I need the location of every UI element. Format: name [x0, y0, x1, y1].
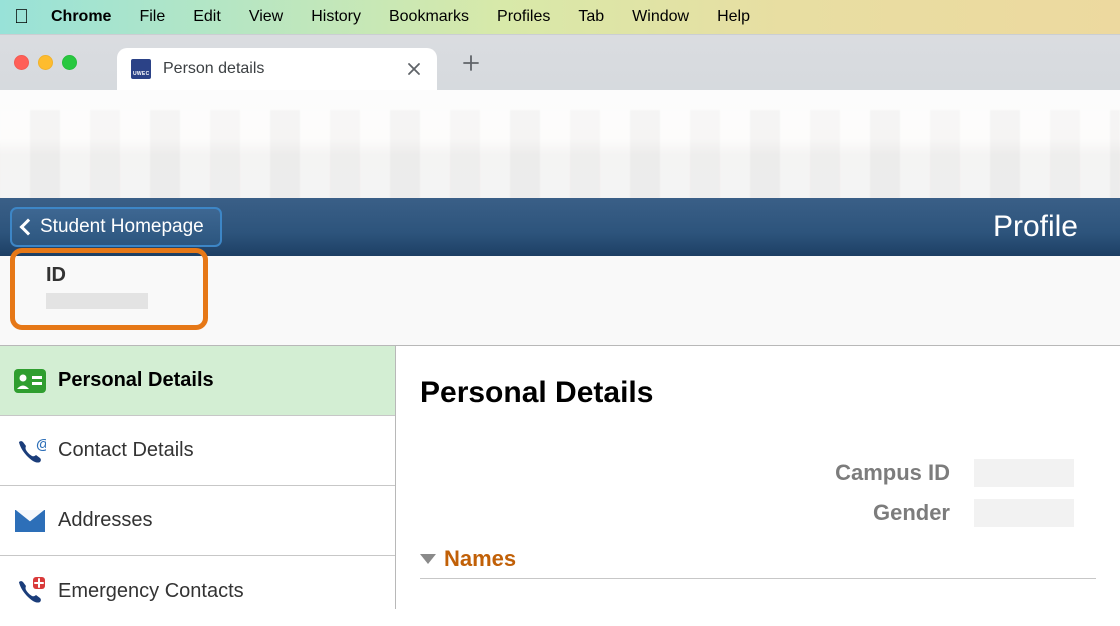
- tab-close-button[interactable]: [405, 60, 423, 78]
- section-divider: [420, 578, 1096, 579]
- field-label-campus-id: Campus ID: [835, 460, 950, 486]
- window-close-button[interactable]: [14, 55, 29, 70]
- window-controls: [14, 55, 77, 70]
- new-tab-button[interactable]: [453, 45, 489, 81]
- sidebar-item-label: Contact Details: [58, 439, 194, 462]
- content-heading: Personal Details: [396, 376, 1120, 410]
- tab-favicon-icon: UWEC: [131, 59, 151, 79]
- section-title: Names: [444, 546, 516, 572]
- field-row-gender: Gender: [396, 500, 1120, 526]
- caret-down-icon: [420, 554, 436, 564]
- close-icon: [407, 62, 421, 76]
- menu-bookmarks[interactable]: Bookmarks: [375, 8, 483, 26]
- page-title: Profile: [993, 210, 1078, 244]
- menu-edit[interactable]: Edit: [179, 8, 235, 26]
- favicon-text: UWEC: [133, 71, 149, 77]
- sidebar: Personal Details @ Contact Details Addre…: [0, 346, 396, 609]
- id-card-icon: [14, 368, 46, 394]
- plus-icon: [462, 54, 480, 72]
- window-minimize-button[interactable]: [38, 55, 53, 70]
- envelope-icon: [14, 508, 46, 534]
- menu-tab[interactable]: Tab: [564, 8, 618, 26]
- menu-profiles[interactable]: Profiles: [483, 8, 564, 26]
- window-zoom-button[interactable]: [62, 55, 77, 70]
- browser-tab[interactable]: UWEC Person details: [117, 48, 437, 90]
- menu-view[interactable]: View: [235, 8, 297, 26]
- menu-window[interactable]: Window: [618, 8, 703, 26]
- tab-title: Person details: [163, 60, 393, 78]
- field-row-campus-id: Campus ID: [396, 460, 1120, 486]
- field-value-campus-id-redacted: [974, 459, 1074, 487]
- svg-text:@: @: [36, 437, 46, 453]
- sidebar-item-emergency-contacts[interactable]: Emergency Contacts: [0, 556, 395, 626]
- id-bar: ID: [0, 256, 1120, 346]
- phone-at-icon: @: [14, 438, 46, 464]
- sidebar-item-label: Personal Details: [58, 369, 214, 392]
- chrome-tab-bar: UWEC Person details: [0, 34, 1120, 90]
- main-layout: Personal Details @ Contact Details Addre…: [0, 346, 1120, 609]
- phone-plus-icon: [14, 578, 46, 604]
- apple-logo-icon[interactable]: : [14, 6, 29, 29]
- chrome-toolbar-redacted: [0, 90, 1120, 198]
- mac-menu-bar:  Chrome File Edit View History Bookmark…: [0, 0, 1120, 34]
- sidebar-item-label: Emergency Contacts: [58, 580, 244, 603]
- content-pane: Personal Details Campus ID Gender Names: [396, 346, 1120, 609]
- sidebar-item-addresses[interactable]: Addresses: [0, 486, 395, 556]
- back-button-label: Student Homepage: [40, 216, 204, 238]
- sidebar-item-contact-details[interactable]: @ Contact Details: [0, 416, 395, 486]
- field-label-gender: Gender: [873, 500, 950, 526]
- back-button[interactable]: Student Homepage: [10, 207, 222, 247]
- chevron-left-icon: [20, 219, 37, 236]
- section-header-names[interactable]: Names: [396, 546, 1120, 572]
- menu-help[interactable]: Help: [703, 8, 764, 26]
- id-highlight-annotation: [10, 248, 208, 330]
- sidebar-item-label: Addresses: [58, 509, 153, 532]
- menu-history[interactable]: History: [297, 8, 375, 26]
- menu-file[interactable]: File: [125, 8, 179, 26]
- sidebar-item-personal-details[interactable]: Personal Details: [0, 346, 395, 416]
- field-value-gender-redacted: [974, 499, 1074, 527]
- menu-app-name[interactable]: Chrome: [51, 8, 125, 26]
